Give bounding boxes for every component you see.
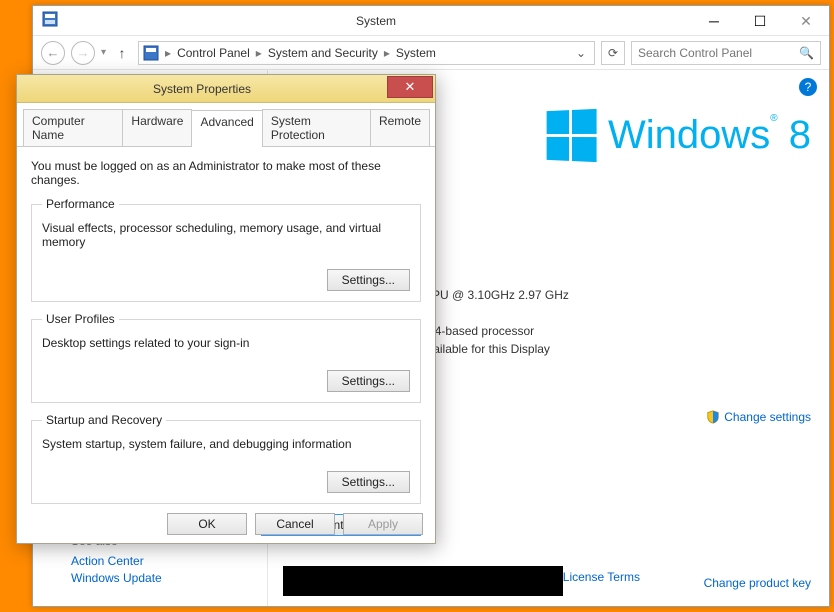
- control-panel-icon: [39, 11, 61, 30]
- cancel-button[interactable]: Cancel: [255, 513, 335, 535]
- window-title: System: [61, 14, 691, 28]
- minimize-button[interactable]: ─: [691, 10, 737, 32]
- startup-recovery-legend: Startup and Recovery: [42, 413, 166, 427]
- dialog-body: You must be logged on as an Administrato…: [17, 147, 435, 560]
- system-properties-dialog: System Properties ✕ Computer Name Hardwa…: [16, 74, 436, 544]
- search-input[interactable]: [638, 46, 799, 60]
- performance-legend: Performance: [42, 197, 119, 211]
- search-icon: 🔍: [799, 46, 814, 60]
- tab-system-protection[interactable]: System Protection: [262, 109, 371, 146]
- admin-note: You must be logged on as an Administrato…: [31, 159, 421, 187]
- shield-icon: [706, 410, 720, 424]
- windows-wordmark: Windows® 8: [608, 113, 811, 158]
- crumb-control-panel[interactable]: Control Panel: [177, 46, 250, 60]
- startup-recovery-group: Startup and Recovery System startup, sys…: [31, 413, 421, 504]
- forward-button[interactable]: →: [71, 41, 95, 65]
- up-button[interactable]: ↑: [112, 43, 132, 63]
- startup-recovery-desc: System startup, system failure, and debu…: [42, 437, 410, 451]
- link-windows-update[interactable]: Windows Update: [71, 571, 162, 585]
- nav-toolbar: ← → ▾ ↑ ▸ Control Panel ▸ System and Sec…: [33, 36, 829, 70]
- user-profiles-legend: User Profiles: [42, 312, 119, 326]
- back-button[interactable]: ←: [41, 41, 65, 65]
- titlebar: System ─ ☐ ✕: [33, 6, 829, 36]
- breadcrumb[interactable]: ▸ Control Panel ▸ System and Security ▸ …: [138, 41, 595, 65]
- control-panel-icon: [143, 45, 159, 61]
- search-box[interactable]: 🔍: [631, 41, 821, 65]
- dialog-title: System Properties: [17, 82, 387, 96]
- close-button[interactable]: ✕: [783, 10, 829, 32]
- ok-button[interactable]: OK: [167, 513, 247, 535]
- change-product-key-link[interactable]: Change product key: [704, 576, 811, 590]
- help-icon[interactable]: ?: [799, 78, 817, 96]
- dialog-close-button[interactable]: ✕: [387, 76, 433, 98]
- performance-group: Performance Visual effects, processor sc…: [31, 197, 421, 302]
- crumb-system-and-security[interactable]: System and Security: [268, 46, 378, 60]
- change-settings-link[interactable]: Change settings: [706, 410, 811, 424]
- tab-remote[interactable]: Remote: [370, 109, 430, 146]
- performance-desc: Visual effects, processor scheduling, me…: [42, 221, 410, 249]
- user-profiles-settings-button[interactable]: Settings...: [327, 370, 410, 392]
- chevron-right-icon: ▸: [382, 46, 392, 60]
- window-controls: ─ ☐ ✕: [691, 10, 829, 32]
- refresh-button[interactable]: ⟳: [601, 41, 625, 65]
- breadcrumb-dropdown-icon[interactable]: ⌄: [576, 46, 590, 60]
- chevron-right-icon: ▸: [254, 46, 264, 60]
- user-profiles-desc: Desktop settings related to your sign-in: [42, 336, 410, 350]
- tab-strip: Computer Name Hardware Advanced System P…: [17, 103, 435, 147]
- crumb-system[interactable]: System: [396, 46, 436, 60]
- user-profiles-group: User Profiles Desktop settings related t…: [31, 312, 421, 403]
- performance-settings-button[interactable]: Settings...: [327, 269, 410, 291]
- startup-recovery-settings-button[interactable]: Settings...: [327, 471, 410, 493]
- redacted-block: [283, 566, 563, 596]
- tab-hardware[interactable]: Hardware: [122, 109, 192, 146]
- tab-computer-name[interactable]: Computer Name: [23, 109, 123, 146]
- maximize-button[interactable]: ☐: [737, 10, 783, 32]
- windows-logo-area: Windows® 8: [545, 110, 811, 161]
- tab-advanced[interactable]: Advanced: [191, 110, 262, 147]
- chevron-right-icon: ▸: [163, 46, 173, 60]
- history-dropdown-icon[interactable]: ▾: [101, 47, 106, 58]
- windows-logo-icon: [547, 109, 597, 162]
- dialog-titlebar[interactable]: System Properties ✕: [17, 75, 435, 103]
- dialog-buttons: OK Cancel Apply: [167, 513, 423, 535]
- apply-button[interactable]: Apply: [343, 513, 423, 535]
